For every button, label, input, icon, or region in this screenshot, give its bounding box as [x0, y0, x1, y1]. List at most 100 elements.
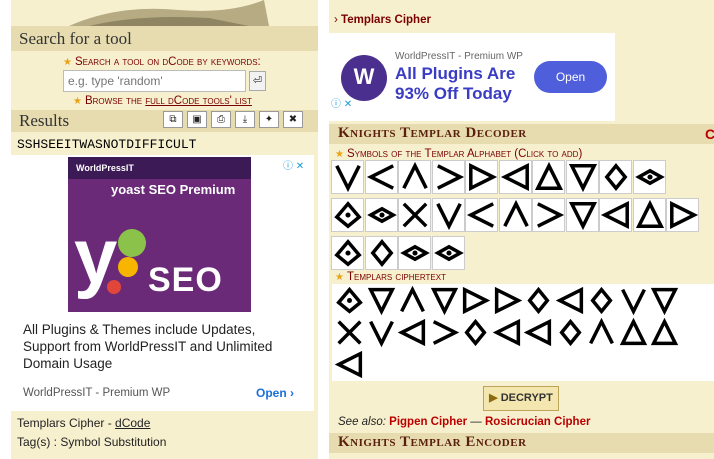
ciphertext-symbol	[429, 285, 462, 318]
symbol-key-6[interactable]	[498, 160, 532, 194]
advertisement-right[interactable]: W WorldPressIT - Premium WP All Plugins …	[329, 33, 615, 121]
ciphertext-symbol	[334, 349, 367, 382]
ad-open-button[interactable]: Open ›	[256, 386, 294, 400]
search-input[interactable]	[63, 70, 246, 92]
ciphertext-symbol	[334, 317, 367, 350]
enter-icon[interactable]: ⏎	[249, 71, 266, 91]
symbol-key-7[interactable]	[532, 160, 565, 194]
breadcrumb-link[interactable]: Templars Cipher	[341, 14, 431, 26]
cipher-credit: Templars Cipher - dCode	[17, 416, 150, 430]
ad-product: yoast SEO Premium	[111, 182, 236, 197]
ad-brand: WorldPressIT - Premium WP	[395, 51, 523, 62]
save-icon[interactable]: ▣	[187, 111, 207, 128]
ciphertext-symbol	[397, 317, 430, 350]
see-also-separator: —	[467, 416, 485, 428]
search-tool-heading: Search for a tool	[11, 26, 318, 51]
pin-icon[interactable]: ✦	[259, 111, 279, 128]
keywords-label-text: Search a tool on dCode by keywords:	[74, 56, 261, 68]
symbol-key-1[interactable]	[331, 160, 364, 194]
ad-headline-line2: 93% Off Today	[395, 84, 512, 103]
download-icon[interactable]: ⤓	[235, 111, 255, 128]
ciphertext-symbol	[586, 317, 619, 350]
star-icon: ★	[73, 96, 82, 107]
symbol-key-22[interactable]	[331, 236, 364, 270]
breadcrumb-arrow-icon: ›	[334, 14, 338, 26]
ciphertext-symbol	[492, 317, 525, 350]
result-output: SSHSEEITWASNOTDIFFICULT	[17, 137, 197, 152]
close-icon[interactable]: ✖	[283, 111, 303, 128]
encoder-heading: Knights Templar Encoder	[329, 433, 714, 453]
symbol-key-8[interactable]	[565, 160, 599, 194]
ciphertext-symbol	[649, 285, 682, 318]
decoder-heading: Knights Templar Decoder	[329, 124, 714, 144]
ciphertext-symbol	[460, 317, 493, 350]
copy-icon[interactable]: ⧉	[163, 111, 183, 128]
side-letter: C	[705, 126, 714, 142]
symbol-key-17[interactable]	[532, 198, 565, 232]
symbol-key-23[interactable]	[364, 236, 398, 270]
ciphertext-symbol	[366, 317, 399, 350]
browse-tools-link[interactable]: full dCode tools' list	[145, 95, 252, 107]
ciphertext-symbol	[397, 285, 430, 318]
symbol-key-18[interactable]	[565, 198, 599, 232]
ciphertext-symbol	[618, 317, 651, 350]
ciphertext-symbol	[586, 285, 619, 318]
left-column: Search for a tool ★ Search a tool on dCod…	[11, 0, 318, 459]
ad-headline-line1: All Plugins Are	[395, 64, 516, 83]
pigpen-cipher-link[interactable]: Pigpen Cipher	[389, 416, 467, 428]
symbols-label-text: Symbols of the Templar Alphabet (Click t…	[346, 148, 583, 160]
result-toolbar: ⧉ ▣ ⎙ ⤓ ✦ ✖	[163, 111, 303, 128]
symbol-key-2[interactable]	[364, 160, 398, 194]
symbol-key-10[interactable]	[632, 160, 666, 194]
ciphertext-label: ★ Templars ciphertext	[335, 271, 446, 283]
decrypt-button[interactable]: ▶ DECRYPT	[483, 386, 559, 411]
advertisement-left[interactable]: WorldPressIT yoast SEO Premium y SEO ⓘ ✕…	[11, 155, 314, 411]
ad-open-button[interactable]: Open	[534, 61, 607, 93]
browse-tools-line: ★ Browse the full dCode tools' list	[73, 95, 252, 107]
see-also: See also: Pigpen Cipher — Rosicrucian Ci…	[338, 416, 590, 428]
decrypt-label: DECRYPT	[500, 392, 553, 404]
symbol-key-4[interactable]	[431, 160, 465, 194]
symbol-key-5[interactable]	[465, 160, 498, 194]
dcode-link[interactable]: dCode	[115, 416, 150, 430]
ciphertext-symbol	[334, 285, 367, 318]
ad-headline[interactable]: All Plugins Are 93% Off Today	[395, 64, 515, 104]
symbol-key-9[interactable]	[599, 160, 632, 194]
symbol-key-11[interactable]	[331, 198, 364, 232]
search-keywords-label: ★ Search a tool on dCode by keywords:	[63, 56, 261, 68]
symbol-key-12[interactable]	[364, 198, 398, 232]
page: Search for a tool ★ Search a tool on dCod…	[0, 0, 714, 459]
ciphertext-symbol	[523, 317, 556, 350]
symbol-key-24[interactable]	[398, 236, 431, 270]
ad-headline[interactable]: All Plugins & Themes include Updates, Su…	[23, 321, 303, 372]
right-column: › Templars Cipher W WorldPressIT - Premi…	[329, 0, 714, 459]
ad-yoast-banner[interactable]: WorldPressIT yoast SEO Premium y SEO	[68, 157, 251, 312]
symbol-key-15[interactable]	[465, 198, 498, 232]
symbol-key-19[interactable]	[599, 198, 632, 232]
tags-line: Tag(s) : Symbol Substitution	[17, 435, 167, 449]
ad-open-label: Open	[256, 386, 287, 400]
symbol-key-14[interactable]	[431, 198, 465, 232]
chevron-right-icon: ›	[290, 386, 295, 400]
results-title: Results	[19, 111, 70, 130]
ad-choices-icon[interactable]: ⓘ ✕	[283, 157, 304, 172]
symbol-key-20[interactable]	[632, 198, 666, 232]
symbol-key-13[interactable]	[398, 198, 431, 232]
ciphertext-symbol	[618, 285, 651, 318]
ciphertext-label-text: Templars ciphertext	[346, 271, 446, 283]
ciphertext-symbol	[555, 317, 588, 350]
ad-logo-letter: W	[353, 64, 375, 89]
symbols-label: ★ Symbols of the Templar Alphabet (Click …	[335, 148, 582, 160]
symbol-key-16[interactable]	[498, 198, 532, 232]
print-icon[interactable]: ⎙	[211, 111, 231, 128]
right-top: › Templars Cipher	[329, 0, 714, 32]
ciphertext-symbol	[429, 317, 462, 350]
ciphertext-area[interactable]	[332, 284, 714, 381]
rosicrucian-cipher-link[interactable]: Rosicrucian Cipher	[485, 416, 590, 428]
symbol-key-25[interactable]	[431, 236, 465, 270]
cipher-credit-text: Templars Cipher -	[17, 416, 116, 430]
symbol-key-21[interactable]	[666, 198, 699, 232]
symbol-key-3[interactable]	[398, 160, 431, 194]
ad-choices-icon[interactable]: ⓘ ✕	[331, 95, 352, 110]
breadcrumb: › Templars Cipher	[334, 14, 431, 26]
